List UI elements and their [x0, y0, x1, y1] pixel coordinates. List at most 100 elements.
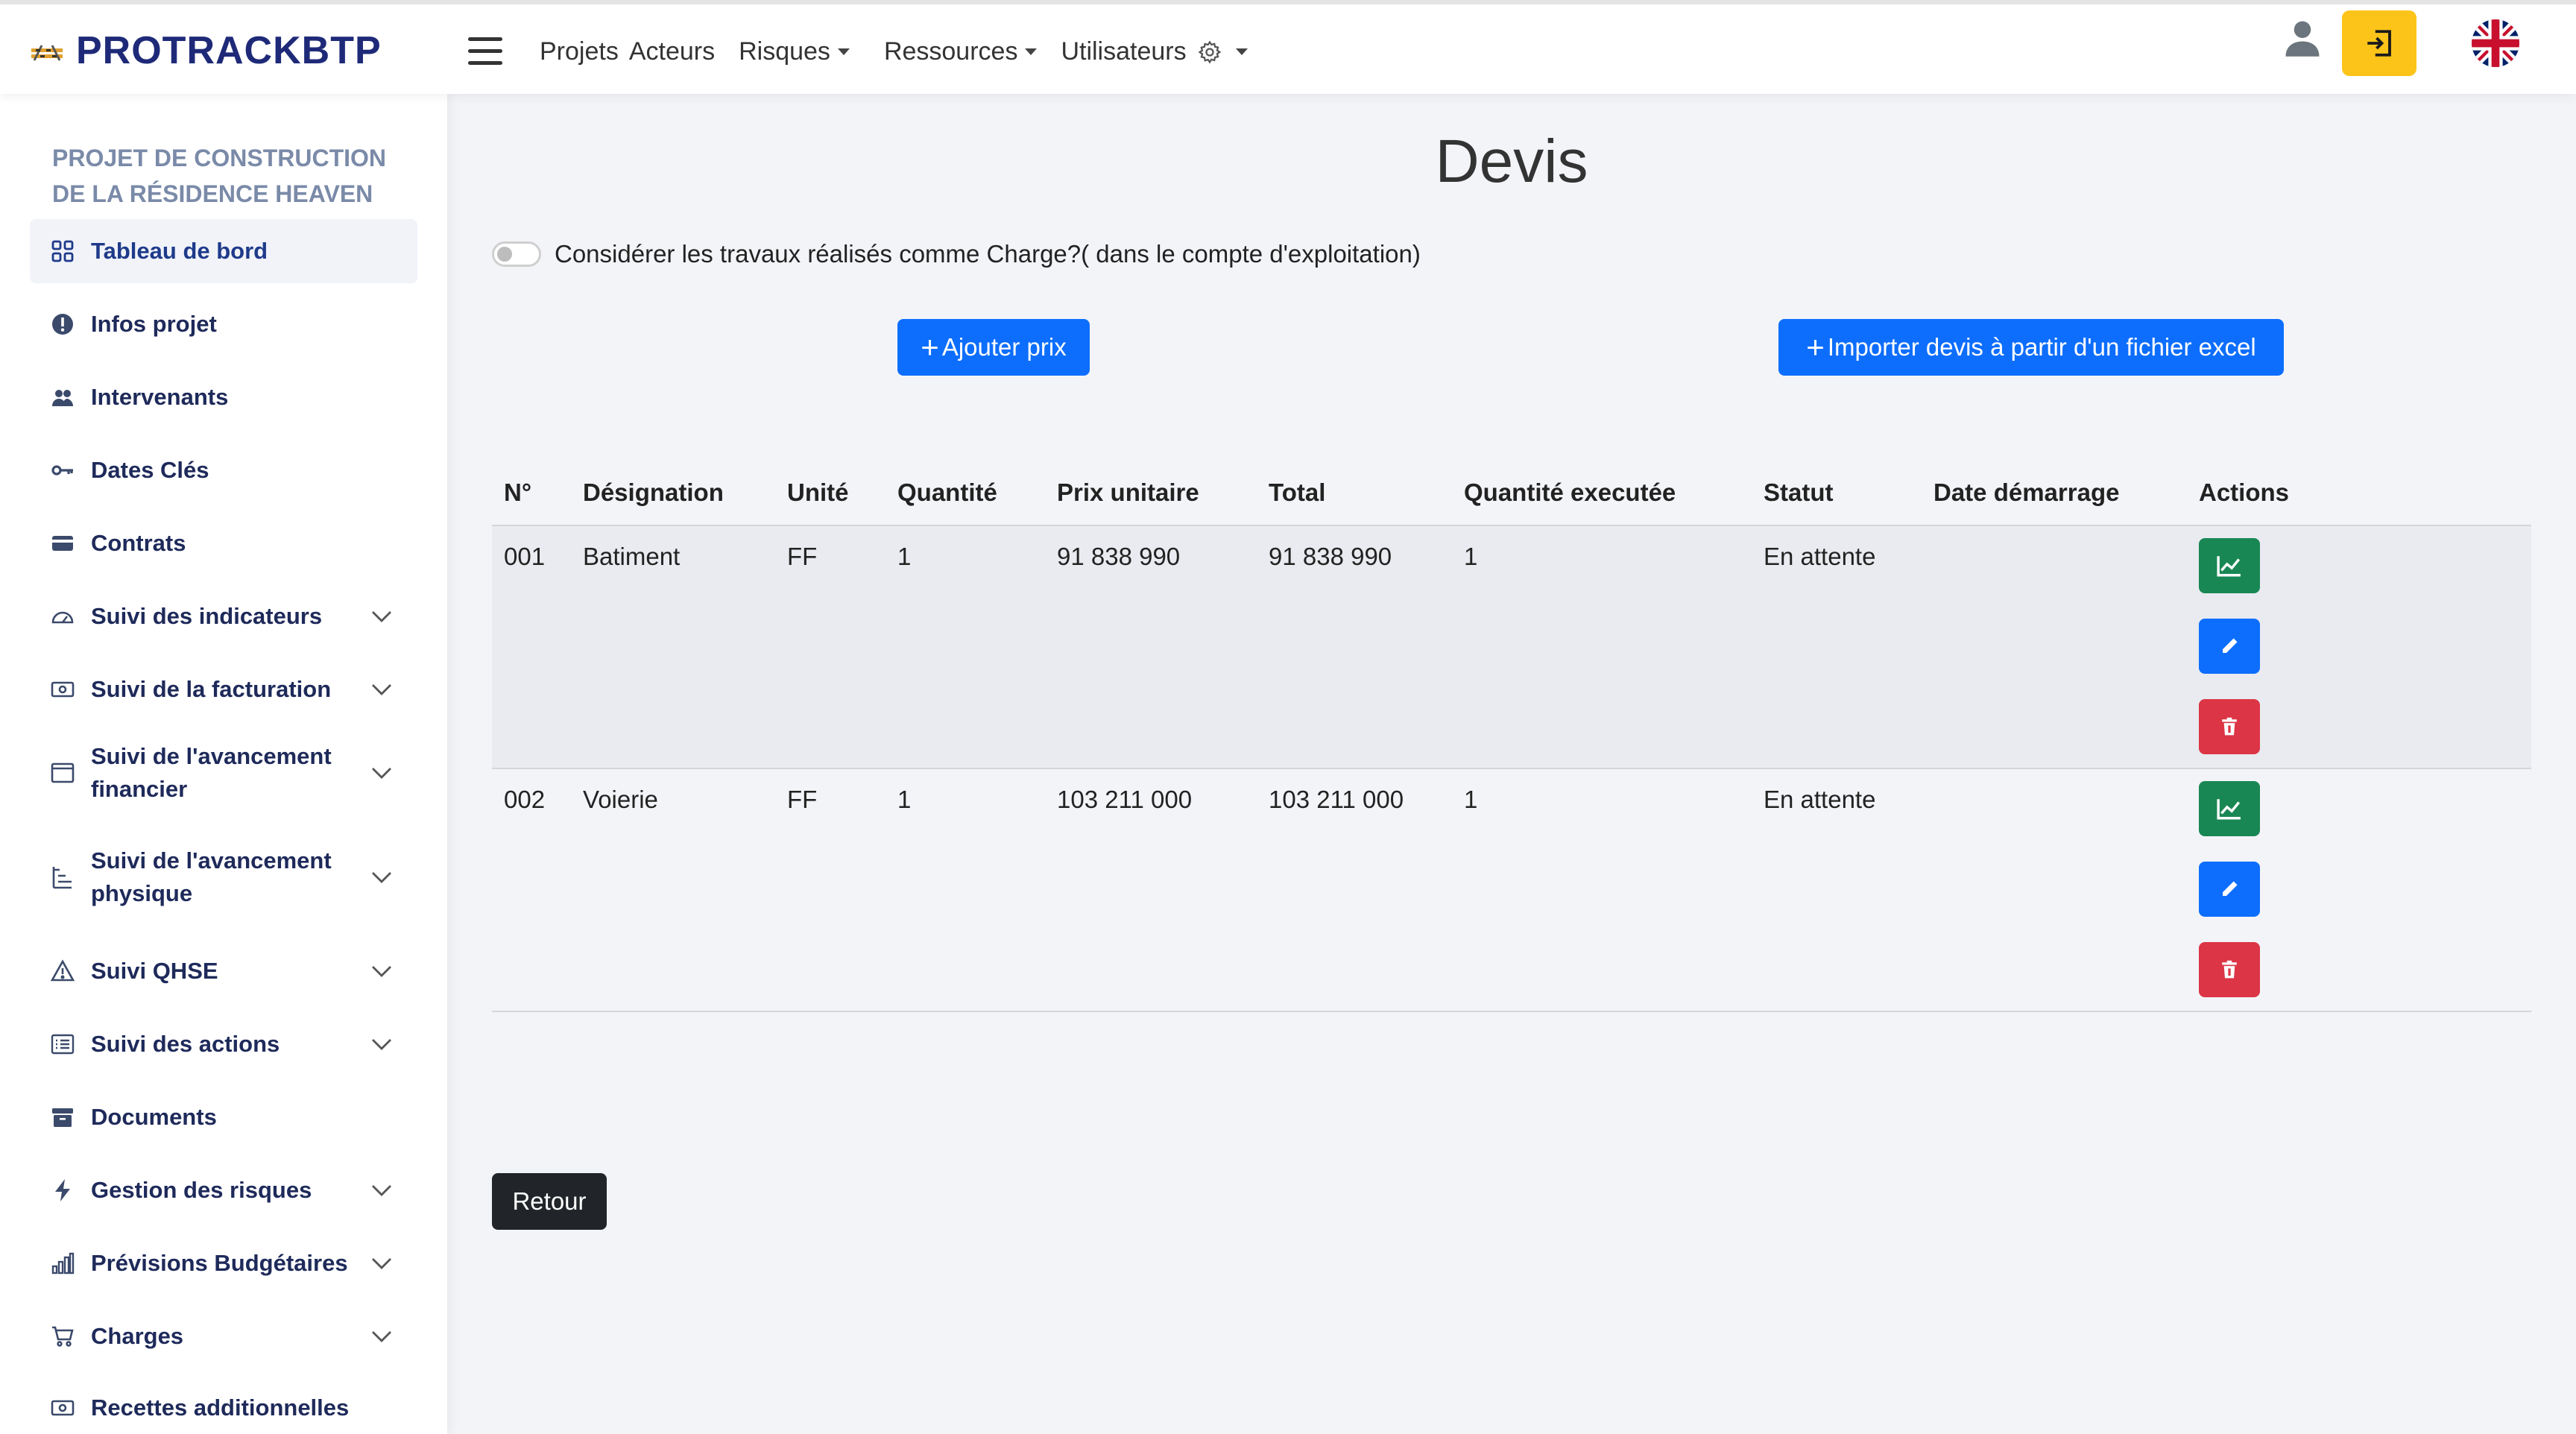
pencil-icon [2223, 881, 2238, 896]
sidebar-item-label: Recettes additionnelles [91, 1394, 350, 1421]
cell-quantite: 1 [897, 543, 912, 570]
nav-acteurs[interactable]: Acteurs [629, 37, 715, 66]
cell-statut: En attente [1764, 786, 1876, 813]
chevron-down-icon [372, 684, 391, 695]
col-prix-unitaire: Prix unitaire [1057, 478, 1199, 506]
sidebar-item-gestion-risques[interactable]: Gestion des risques [30, 1158, 417, 1222]
chevron-down-icon [372, 1039, 391, 1050]
nav-ressources-label: Ressources [883, 37, 1018, 66]
sidebar-item-avancement-physique[interactable]: Suivi de l'avancement physique [30, 833, 417, 921]
sidebar-item-contrats[interactable]: Contrats [30, 511, 417, 575]
info-icon [52, 314, 73, 335]
sidebar-item-infos-projet[interactable]: Infos projet [30, 292, 417, 356]
edit-button[interactable] [2199, 862, 2260, 917]
sidebar-item-label: Suivi QHSE [91, 958, 218, 984]
language-flag-icon[interactable] [2472, 19, 2519, 67]
sidebar-item-suivi-facturation[interactable]: Suivi de la facturation [30, 657, 417, 721]
chevron-down-icon [372, 768, 391, 779]
cell-num: 001 [504, 543, 546, 570]
sidebar-item-dates-cles[interactable]: Dates Clés [30, 438, 417, 502]
page-title: Devis [1435, 127, 1588, 195]
caret-down-icon [1235, 48, 1248, 55]
cell-statut: En attente [1764, 543, 1876, 570]
nav-risques-dropdown[interactable]: Risques [739, 37, 850, 66]
cell-quantite-executee: 1 [1464, 786, 1478, 813]
cell-quantite: 1 [897, 786, 912, 813]
col-quantite-executee: Quantité executée [1464, 478, 1676, 506]
exit-icon [2367, 30, 2391, 57]
delete-button[interactable] [2199, 942, 2260, 997]
cell-unite: FF [787, 543, 818, 570]
delete-button[interactable] [2199, 699, 2260, 754]
sidebar-item-previsions-budgetaires[interactable]: Prévisions Budgétaires [30, 1231, 417, 1295]
checklist-icon [51, 1034, 75, 1055]
warning-icon [51, 959, 75, 982]
add-price-label: Ajouter prix [941, 333, 1067, 361]
plus-icon: + [921, 329, 939, 364]
sidebar-item-label: Intervenants [91, 384, 229, 410]
sidebar-item-suivi-qhse[interactable]: Suivi QHSE [30, 939, 417, 1003]
sidebar-item-tableau-de-bord[interactable]: Tableau de bord [30, 219, 417, 283]
main-nav: Projets Acteurs Risques Ressources Utili… [540, 37, 1248, 66]
chevron-down-icon [372, 872, 391, 883]
sidebar-item-label: Dates Clés [91, 457, 209, 483]
sidebar: PROJET DE CONSTRUCTION DE LA RÉSIDENCE H… [0, 94, 447, 1434]
sidebar-item-avancement-financier[interactable]: Suivi de l'avancement financier [30, 729, 417, 817]
nav-utilisateurs-label: Utilisateurs [1061, 37, 1187, 66]
import-excel-label: Importer devis à partir d'un fichier exc… [1827, 333, 2256, 361]
sidebar-item-label: Tableau de bord [91, 238, 268, 264]
charge-toggle-label: Considérer les travaux réalisés comme Ch… [555, 240, 1421, 268]
list-indent-icon [52, 867, 72, 889]
col-statut: Statut [1764, 478, 1834, 506]
nav-ressources-dropdown[interactable]: Ressources [884, 37, 1038, 66]
chart-button[interactable] [2199, 781, 2260, 836]
col-unite: Unité [787, 478, 849, 506]
key-icon [51, 465, 73, 476]
bar-chart-icon [51, 1252, 75, 1275]
user-icon[interactable] [2282, 18, 2323, 58]
line-chart-icon [2217, 799, 2241, 820]
grid-icon [51, 240, 74, 262]
col-quantite: Quantité [897, 478, 997, 506]
chevron-down-icon [372, 1185, 391, 1196]
sidebar-item-label: Documents [91, 1104, 217, 1130]
sidebar-item-label: Infos projet [91, 311, 217, 337]
sidebar-item-label: Gestion des risques [91, 1177, 312, 1203]
chevron-down-icon [372, 1331, 391, 1342]
archive-icon [52, 1108, 73, 1127]
cash-icon [51, 1400, 75, 1416]
brand-name: PROTRACKBTP [76, 29, 382, 72]
brand[interactable]: PROTRACKBTP [30, 28, 382, 73]
cell-prix-unitaire: 103 211 000 [1057, 786, 1193, 813]
nav-utilisateurs-dropdown[interactable]: Utilisateurs [1061, 37, 1248, 66]
edit-button[interactable] [2199, 619, 2260, 674]
sidebar-item-suivi-indicateurs[interactable]: Suivi des indicateurs [30, 584, 417, 648]
col-designation: Désignation [583, 478, 724, 506]
sidebar-item-recettes-additionnelles[interactable]: Recettes additionnelles [30, 1376, 417, 1434]
plus-icon: + [1806, 329, 1825, 364]
table-row: 002 Voierie FF 1 103 211 000 103 211 000… [492, 769, 2531, 1012]
back-button[interactable]: Retour [492, 1173, 607, 1230]
nav-risques-label: Risques [739, 37, 830, 66]
sidebar-item-intervenants[interactable]: Intervenants [30, 365, 417, 429]
sidebar-item-label: Prévisions Budgétaires [91, 1250, 348, 1276]
logout-button[interactable] [2342, 10, 2416, 76]
cell-num: 002 [504, 786, 546, 813]
col-date-demarrage: Date démarrage [1933, 478, 2120, 506]
project-name: PROJET DE CONSTRUCTION DE LA RÉSIDENCE H… [52, 145, 387, 207]
charge-toggle-switch[interactable] [492, 241, 541, 267]
sidebar-item-documents[interactable]: Documents [30, 1085, 417, 1149]
add-price-button[interactable]: + Ajouter prix [897, 319, 1090, 376]
menu-toggle-icon[interactable] [468, 37, 502, 67]
chevron-down-icon [372, 966, 391, 977]
chart-button[interactable] [2199, 538, 2260, 593]
sidebar-item-label: Contrats [91, 530, 186, 556]
sidebar-item-label: Charges [91, 1323, 184, 1349]
cell-quantite-executee: 1 [1464, 543, 1478, 570]
nav-projets[interactable]: Projets [540, 37, 619, 66]
devis-table: N° Désignation Unité Quantité Prix unita… [492, 444, 2531, 1012]
sidebar-item-charges[interactable]: Charges [30, 1304, 417, 1368]
chevron-down-icon [372, 1258, 391, 1269]
import-excel-button[interactable]: + Importer devis à partir d'un fichier e… [1778, 319, 2284, 376]
sidebar-item-suivi-actions[interactable]: Suivi des actions [30, 1012, 417, 1076]
